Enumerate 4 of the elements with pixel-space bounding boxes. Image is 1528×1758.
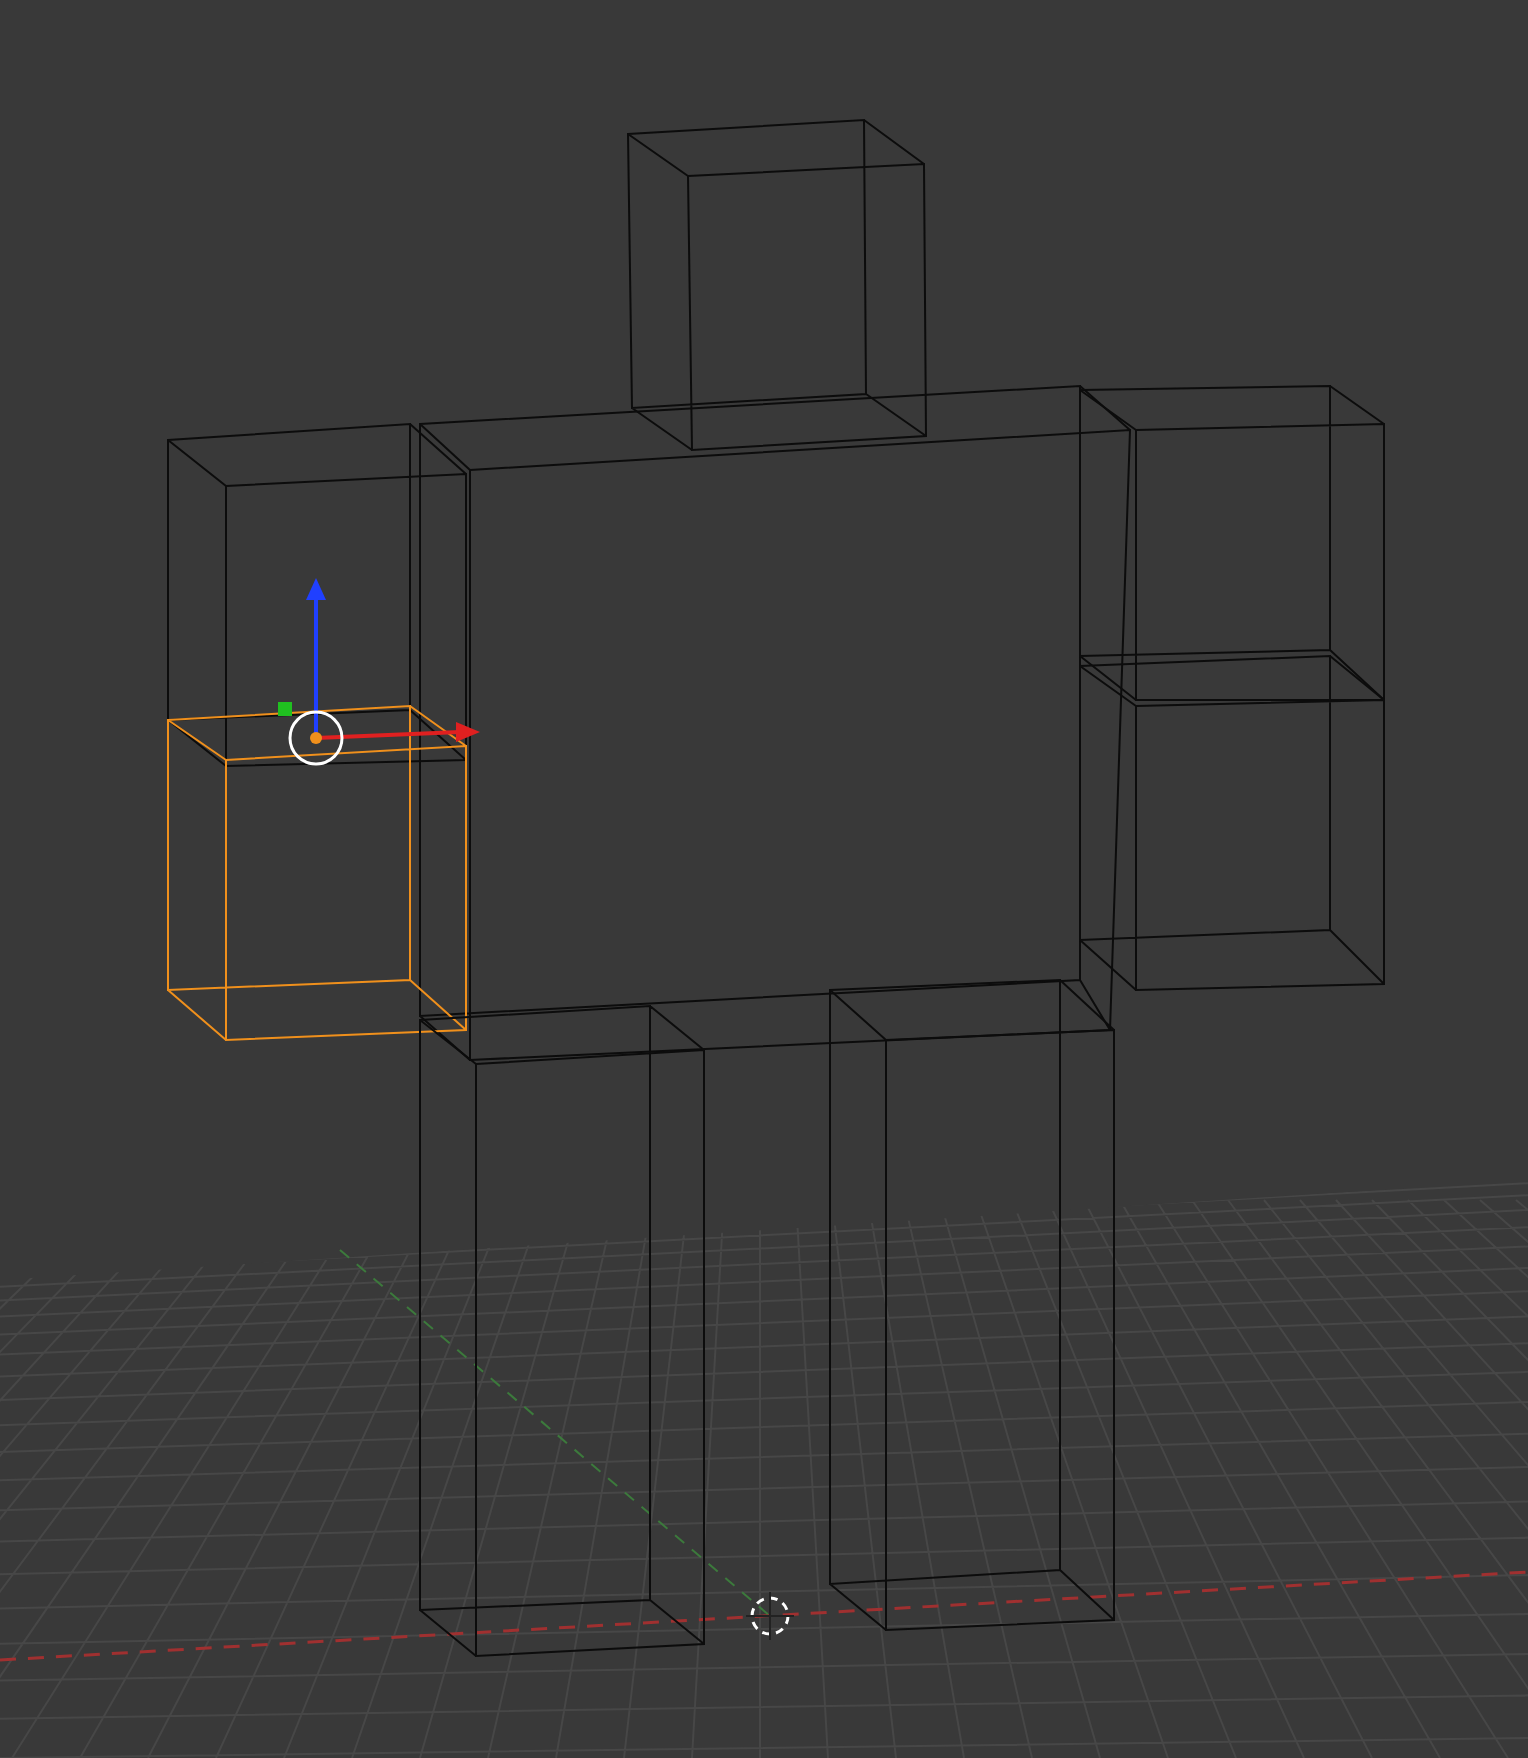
cursor-icon	[745, 1591, 795, 1641]
transform-gizmo-icon[interactable]	[278, 578, 480, 766]
wireframe-cube[interactable]	[167, 704, 467, 1041]
wireframe-cube[interactable]	[167, 422, 467, 767]
